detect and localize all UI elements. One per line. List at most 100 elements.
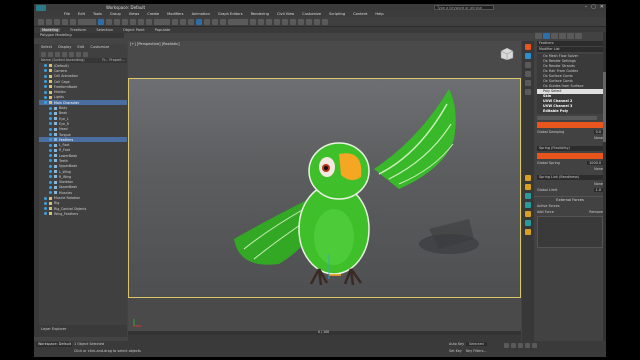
visibility-icon[interactable] [49,138,52,142]
remove-force-button[interactable]: Remove [589,210,603,214]
visibility-icon[interactable] [44,80,47,84]
redo-icon[interactable] [46,18,52,25]
tool-icon-a[interactable] [525,175,531,181]
modifier-item[interactable]: Editable Poly [537,109,603,114]
align-icon[interactable] [258,18,264,25]
visibility-icon[interactable] [49,117,52,121]
app-logo-icon[interactable] [36,4,46,11]
visibility-icon[interactable] [49,148,52,152]
visibility-icon[interactable] [49,191,52,195]
select-by-name-icon[interactable] [106,18,112,25]
select-manipulate-icon[interactable] [180,18,186,25]
select-object-icon[interactable] [98,18,104,25]
cp-hierarchy-tab[interactable] [551,33,558,39]
utilities-panel-icon[interactable] [525,89,531,95]
visibility-icon[interactable] [49,164,52,168]
tool-icon-b[interactable] [525,184,531,190]
visibility-icon[interactable] [44,196,47,200]
global-damping-spinner[interactable]: 0.0 [593,130,603,134]
visibility-icon[interactable] [49,111,52,115]
selection-filter-dropdown[interactable] [78,18,96,25]
modifier-list-dropdown[interactable]: Modifier List [537,47,603,52]
none-button[interactable]: None [594,136,603,140]
workspace-selector[interactable]: Workspace: Default [36,342,72,347]
explorer-menu-edit[interactable]: Edit [77,45,84,50]
filter-cameras-icon[interactable] [62,52,67,57]
visibility-icon[interactable] [44,201,47,205]
scale-icon[interactable] [146,18,152,25]
set-key-button[interactable]: Set Key [449,349,462,353]
tool-icon-e[interactable] [525,211,531,217]
angle-snap-icon[interactable] [204,18,210,25]
key-filters-button[interactable]: Key Filters... [466,349,487,353]
menu-help[interactable]: Help [375,12,383,16]
maximize-button[interactable]: ▢ [591,4,596,10]
visibility-icon[interactable] [49,127,52,131]
cp-motion-tab[interactable] [559,33,566,39]
close-button[interactable]: ✕ [600,4,604,10]
spring-link-label[interactable]: Spring Link (Bendiness) [537,175,603,180]
object-name-field[interactable]: Feathers [537,41,603,46]
global-limit-spinner[interactable]: 1.0 [593,188,603,192]
snap-toggle-icon[interactable] [196,18,202,25]
motion-panel-icon[interactable] [525,71,531,77]
visibility-icon[interactable] [44,101,47,105]
rendered-frame-icon[interactable] [314,18,320,25]
pivot-center-icon[interactable] [172,18,178,25]
visibility-icon[interactable] [44,74,47,78]
display-panel-icon[interactable] [525,80,531,86]
render-setup-icon[interactable] [306,18,312,25]
visibility-icon[interactable] [44,212,47,216]
schematic-view-icon[interactable] [290,18,296,25]
layer-explorer-footer[interactable]: Layer Explorer [39,325,127,337]
explorer-menu-select[interactable]: Select [41,45,52,50]
perspective-viewport[interactable]: [+] [Perspective] [Realistic] [128,41,521,335]
visibility-icon[interactable] [44,90,47,94]
create-panel-icon[interactable] [525,44,531,50]
visibility-icon[interactable] [44,85,47,89]
none-button[interactable]: None [594,182,603,186]
next-frame-icon[interactable] [525,343,530,348]
visibility-icon[interactable] [49,106,52,110]
menu-animation[interactable]: Animation [192,12,210,16]
global-spring-spinner[interactable]: 1000.0 [587,161,603,165]
rect-selection-icon[interactable] [114,18,120,25]
menu-tools[interactable]: Tools [93,12,102,16]
modify-panel-icon[interactable] [525,53,531,59]
visibility-icon[interactable] [49,170,52,174]
visibility-icon[interactable] [49,159,52,163]
tree-row[interactable]: Wing_Feathers [39,211,127,216]
link-icon[interactable] [54,18,60,25]
tab-populate[interactable]: Populate [155,28,171,32]
tool-icon-f[interactable] [525,220,531,226]
visibility-icon[interactable] [49,122,52,126]
viewport-label[interactable]: [+] [Perspective] [Realistic] [130,42,180,46]
curve-editor-icon[interactable] [282,18,288,25]
percent-snap-icon[interactable] [212,18,218,25]
find-icon[interactable] [83,52,88,57]
visibility-icon[interactable] [49,185,52,189]
command-panel-scroll-thumb[interactable] [603,72,606,142]
visibility-icon[interactable] [44,64,47,68]
play-icon[interactable] [518,343,523,348]
menu-file[interactable]: File [64,12,70,16]
tab-object-paint[interactable]: Object Paint [123,28,145,32]
tool-icon-d[interactable] [525,202,531,208]
cp-create-tab[interactable] [535,33,542,39]
explorer-menu-display[interactable]: Display [58,45,71,50]
visibility-icon[interactable] [49,180,52,184]
menu-modifiers[interactable]: Modifiers [167,12,183,16]
visibility-icon[interactable] [49,175,52,179]
cp-display-tab[interactable] [567,33,574,39]
tab-selection[interactable]: Selection [96,28,113,32]
reference-coord-dropdown[interactable] [154,18,170,25]
material-editor-icon[interactable] [298,18,304,25]
bind-space-warp-icon[interactable] [70,18,76,25]
mirror-icon[interactable] [250,18,256,25]
cp-utilities-tab[interactable] [575,33,582,39]
tab-modeling[interactable]: Modeling [40,28,61,32]
stack-tools[interactable] [537,116,597,120]
visibility-icon[interactable] [49,143,52,147]
prev-frame-icon[interactable] [511,343,516,348]
render-icon[interactable] [322,18,328,25]
